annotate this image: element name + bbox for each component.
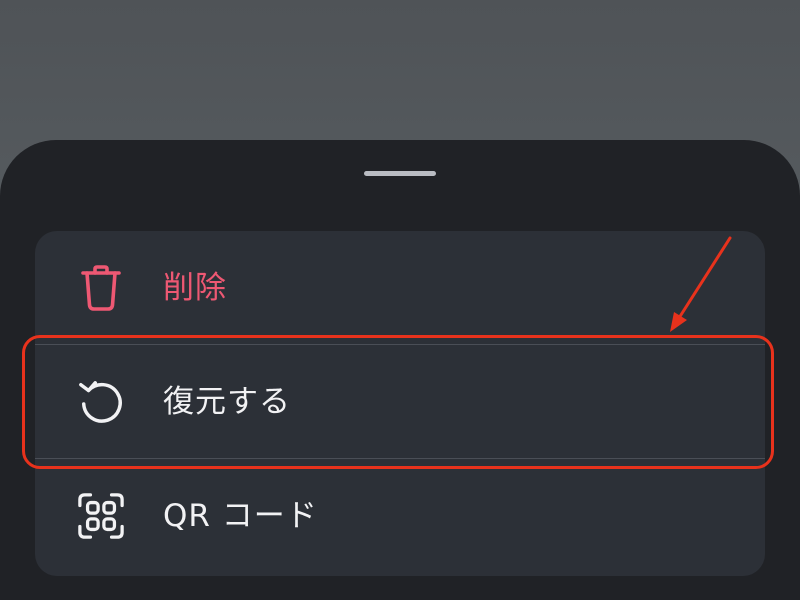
trash-icon xyxy=(77,264,125,312)
delete-label: 削除 xyxy=(163,269,227,306)
qr-code-icon xyxy=(77,492,125,540)
sheet-grabber-handle[interactable] xyxy=(364,171,436,176)
delete-menu-item[interactable]: 削除 xyxy=(35,231,765,344)
qr-code-menu-item[interactable]: QR コード xyxy=(35,459,765,572)
annotation-highlight-box xyxy=(22,335,774,469)
qr-code-label: QR コード xyxy=(163,497,318,534)
